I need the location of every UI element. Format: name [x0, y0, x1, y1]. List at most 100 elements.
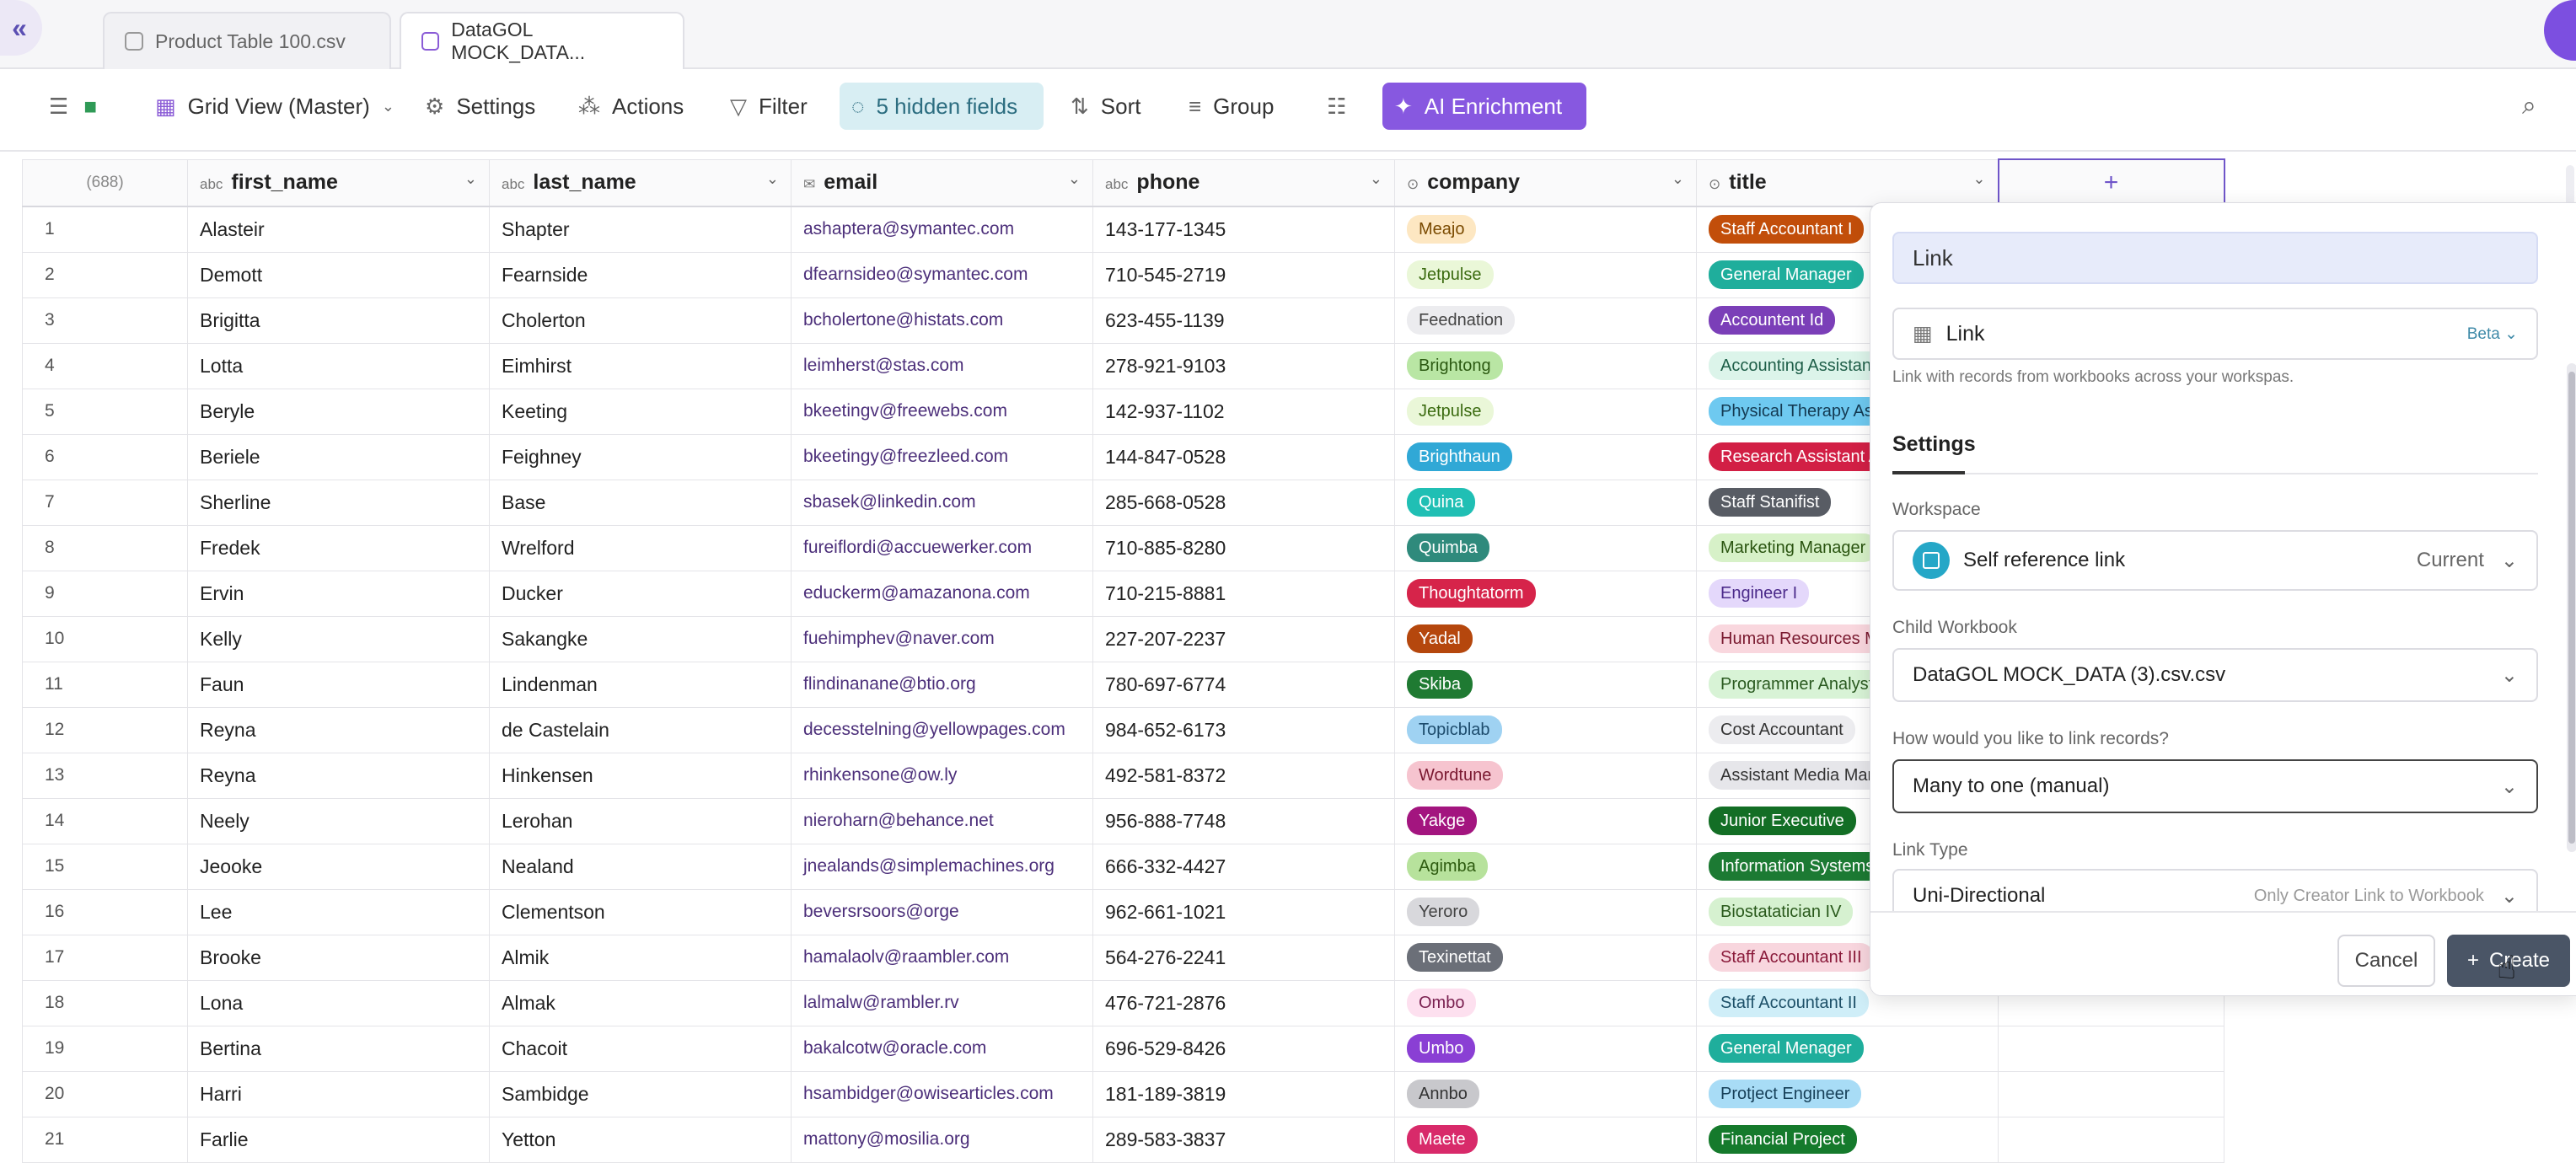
chevron-down-icon[interactable]: ⌄ — [1068, 170, 1081, 188]
cell-last-name[interactable]: Feighney — [489, 433, 792, 480]
row-height-button[interactable]: ☷ — [1315, 83, 1358, 130]
table-row[interactable]: 20 Harri Sambidge hsambidger@owisearticles.… — [22, 1070, 2224, 1117]
cell-email[interactable]: bcholertone@histats.com — [791, 297, 1093, 344]
cell-email[interactable]: dfearnsideo@symantec.com — [791, 251, 1093, 298]
cell-title[interactable]: General Menager — [1696, 1025, 1999, 1072]
cancel-button[interactable]: Cancel — [2337, 935, 2435, 987]
cell-email[interactable]: hsambidger@owisearticles.com — [791, 1070, 1093, 1117]
cell-company[interactable]: Agimba — [1394, 843, 1697, 890]
cell-phone[interactable]: 564-276-2241 — [1092, 934, 1395, 981]
cell-company[interactable]: Yadal — [1394, 615, 1697, 662]
cell-email[interactable]: ashaptera@symantec.com — [791, 206, 1093, 253]
sort-button[interactable]: ⇅ Sort — [1059, 83, 1152, 130]
hidden-fields-button[interactable]: ◌ 5 hidden fields — [840, 83, 1044, 130]
cell-company[interactable]: Wordtune — [1394, 752, 1697, 799]
cell-last-name[interactable]: Sambidge — [489, 1070, 792, 1117]
cell-company[interactable]: Quina — [1394, 479, 1697, 526]
cell-last-name[interactable]: Eimhirst — [489, 342, 792, 389]
cell-last-name[interactable]: Nealand — [489, 843, 792, 890]
cell-first-name[interactable]: Faun — [187, 661, 490, 708]
cell-company[interactable]: Ombo — [1394, 979, 1697, 1026]
cell-last-name[interactable]: Clementson — [489, 888, 792, 935]
cell-email[interactable]: fuehimphev@naver.com — [791, 615, 1093, 662]
cell-phone[interactable]: 710-215-8881 — [1092, 570, 1395, 617]
child-workbook-select[interactable]: DataGOL MOCK_DATA (3).csv.csv ⌄ — [1892, 648, 2538, 702]
cell-phone[interactable]: 142-937-1102 — [1092, 388, 1395, 435]
cell-first-name[interactable]: Lotta — [187, 342, 490, 389]
cell-first-name[interactable]: Lona — [187, 979, 490, 1026]
cell-first-name[interactable]: Kelly — [187, 615, 490, 662]
chevron-down-icon[interactable]: ⌄ — [1370, 170, 1382, 188]
filter-button[interactable]: ▽ Filter — [718, 83, 819, 130]
chevron-down-icon[interactable]: ⌄ — [766, 170, 779, 188]
cell-phone[interactable]: 227-207-2237 — [1092, 615, 1395, 662]
cell-company[interactable]: Jetpulse — [1394, 388, 1697, 435]
search-button[interactable]: ⌕ — [2510, 83, 2548, 130]
cell-phone[interactable]: 143-177-1345 — [1092, 206, 1395, 253]
cell-company[interactable]: Yeroro — [1394, 888, 1697, 935]
cell-first-name[interactable]: Farlie — [187, 1116, 490, 1163]
cell-first-name[interactable]: Brooke — [187, 934, 490, 981]
cell-first-name[interactable]: Beriele — [187, 433, 490, 480]
cell-last-name[interactable]: Yetton — [489, 1116, 792, 1163]
cell-email[interactable]: bakalcotw@oracle.com — [791, 1025, 1093, 1072]
cell-email[interactable]: flindinanane@btio.org — [791, 661, 1093, 708]
cell-email[interactable]: beversrsoors@orge — [791, 888, 1093, 935]
field-type-select[interactable]: ▦ Link Beta ⌄ — [1892, 308, 2538, 360]
column-header-first-name[interactable]: abc first_name ⌄ — [187, 158, 490, 207]
cell-last-name[interactable]: Shapter — [489, 206, 792, 253]
panel-scrollbar[interactable] — [2567, 363, 2576, 852]
cell-first-name[interactable]: Neely — [187, 797, 490, 844]
cell-last-name[interactable]: Keeting — [489, 388, 792, 435]
link-mode-select[interactable]: Many to one (manual) ⌄ — [1892, 759, 2538, 813]
settings-heading[interactable]: Settings — [1892, 432, 1976, 457]
tab-product-table[interactable]: Product Table 100.csv — [103, 12, 391, 69]
cell-phone[interactable]: 289-583-3837 — [1092, 1116, 1395, 1163]
cell-email[interactable]: sbasek@linkedin.com — [791, 479, 1093, 526]
cell-email[interactable]: lalmalw@rambler.rv — [791, 979, 1093, 1026]
cell-company[interactable]: Skiba — [1394, 661, 1697, 708]
chevron-down-icon[interactable]: ⌄ — [464, 170, 477, 188]
workspace-select[interactable]: Self reference link Current ⌄ — [1892, 530, 2538, 591]
cell-first-name[interactable]: Brigitta — [187, 297, 490, 344]
cell-first-name[interactable]: Alasteir — [187, 206, 490, 253]
cell-email[interactable]: educkerm@amazanona.com — [791, 570, 1093, 617]
cell-new-field[interactable] — [1998, 1025, 2224, 1072]
collapse-sidebar-button[interactable]: « — [0, 0, 42, 56]
cell-company[interactable]: Annbo — [1394, 1070, 1697, 1117]
cell-title[interactable]: Financial Project — [1696, 1116, 1999, 1163]
column-header-email[interactable]: ✉ email ⌄ — [791, 158, 1093, 207]
cell-new-field[interactable] — [1998, 1116, 2224, 1163]
cell-last-name[interactable]: Hinkensen — [489, 752, 792, 799]
cell-last-name[interactable]: Ducker — [489, 570, 792, 617]
cell-new-field[interactable] — [1998, 1070, 2224, 1117]
cell-phone[interactable]: 285-668-0528 — [1092, 479, 1395, 526]
cell-phone[interactable]: 780-697-6774 — [1092, 661, 1395, 708]
cell-first-name[interactable]: Bertina — [187, 1025, 490, 1072]
cell-email[interactable]: decesstelning@yellowpages.com — [791, 706, 1093, 753]
cell-last-name[interactable]: Cholerton — [489, 297, 792, 344]
chevron-down-icon[interactable]: ⌄ — [1672, 170, 1684, 188]
cell-first-name[interactable]: Beryle — [187, 388, 490, 435]
cell-phone[interactable]: 181-189-3819 — [1092, 1070, 1395, 1117]
cell-email[interactable]: bkeetingy@freezleed.com — [791, 433, 1093, 480]
chevron-down-icon[interactable]: ⌄ — [1972, 170, 1985, 188]
cell-phone[interactable]: 710-885-8280 — [1092, 524, 1395, 571]
cell-last-name[interactable]: Lindenman — [489, 661, 792, 708]
tab-datagol-mock-data[interactable]: DataGOL MOCK_DATA... — [400, 12, 684, 69]
cell-last-name[interactable]: Chacoit — [489, 1025, 792, 1072]
cell-email[interactable]: fureiflordi@accuewerker.com — [791, 524, 1093, 571]
column-header-last-name[interactable]: abc last_name ⌄ — [489, 158, 792, 207]
cell-email[interactable]: mattony@mosilia.org — [791, 1116, 1093, 1163]
cell-first-name[interactable]: Harri — [187, 1070, 490, 1117]
cell-phone[interactable]: 984-652-6173 — [1092, 706, 1395, 753]
cell-company[interactable]: Yakge — [1394, 797, 1697, 844]
actions-button[interactable]: ⁂ Actions — [566, 83, 695, 130]
cell-email[interactable]: jnealands@simplemachines.org — [791, 843, 1093, 890]
view-selector[interactable]: ▦ Grid View (Master) ⌄ — [143, 83, 406, 130]
lock-icon[interactable]: ■ — [83, 94, 97, 120]
cell-company[interactable]: Texinettat — [1394, 934, 1697, 981]
cell-company[interactable]: Jetpulse — [1394, 251, 1697, 298]
cell-email[interactable]: bkeetingv@freewebs.com — [791, 388, 1093, 435]
cell-email[interactable]: rhinkensone@ow.ly — [791, 752, 1093, 799]
